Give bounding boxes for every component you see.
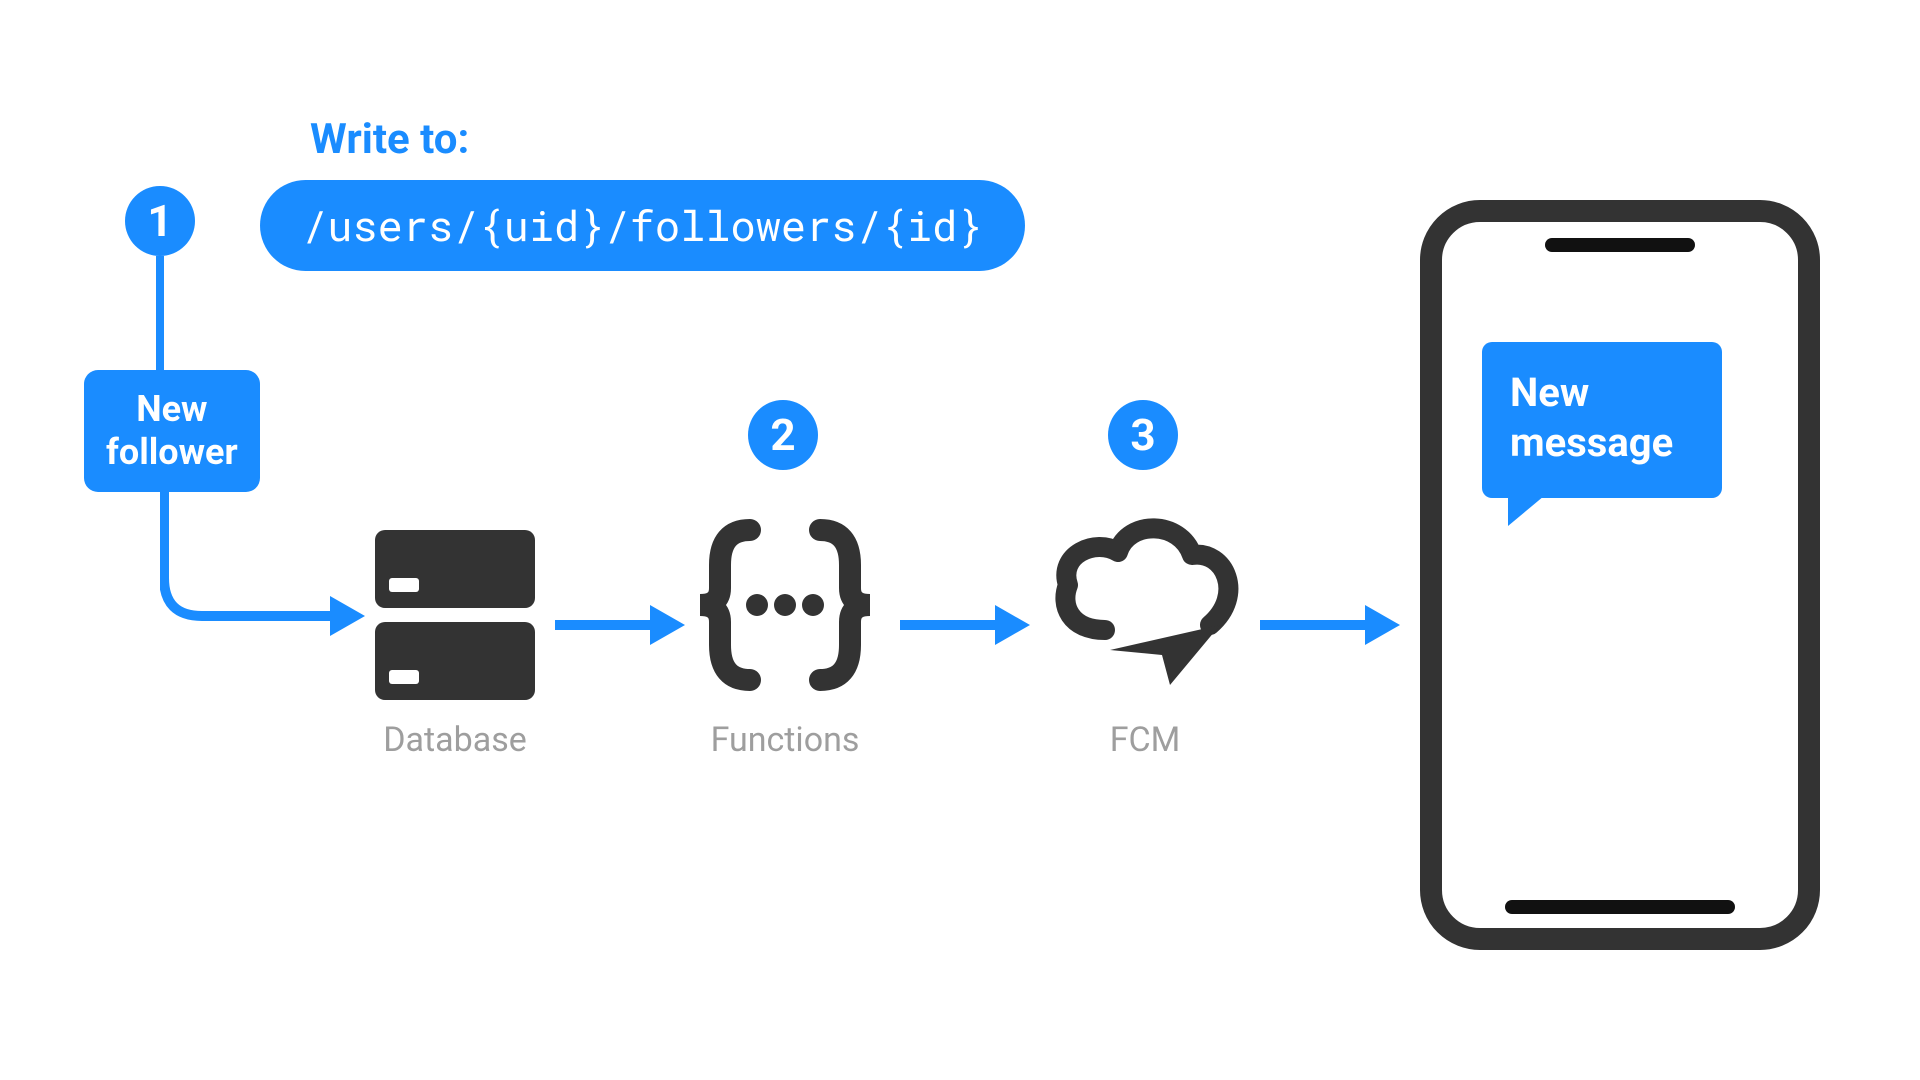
functions-icon — [695, 510, 875, 700]
arrow-right-icon — [900, 600, 1030, 650]
message-bubble: New message — [1482, 342, 1722, 498]
connector-line-vertical — [156, 256, 164, 370]
new-follower-box: New follower — [84, 370, 260, 492]
step-badge-1: 1 — [125, 186, 195, 256]
arrow-right-icon — [1260, 600, 1400, 650]
database-label: Database — [365, 720, 545, 760]
phone-device: New message — [1420, 200, 1820, 950]
bubble-line1: New — [1510, 368, 1694, 418]
bubble-line2: message — [1510, 418, 1694, 468]
write-to-label: Write to: — [310, 115, 469, 164]
arrow-right-icon — [555, 600, 685, 650]
functions-label: Functions — [695, 720, 875, 760]
diagram-canvas: Write to: /users/{uid}/followers/{id} 1 … — [0, 0, 1920, 1080]
arrow-curved-icon — [160, 488, 370, 648]
database-icon — [375, 530, 535, 700]
path-pill: /users/{uid}/followers/{id} — [260, 180, 1025, 271]
fcm-icon — [1050, 510, 1245, 700]
step-badge-3: 3 — [1108, 400, 1178, 470]
new-follower-line1: New — [106, 388, 238, 431]
fcm-label: FCM — [1065, 720, 1225, 760]
step-badge-2: 2 — [748, 400, 818, 470]
phone-screen: New message — [1452, 272, 1788, 878]
new-follower-line2: follower — [106, 431, 238, 474]
